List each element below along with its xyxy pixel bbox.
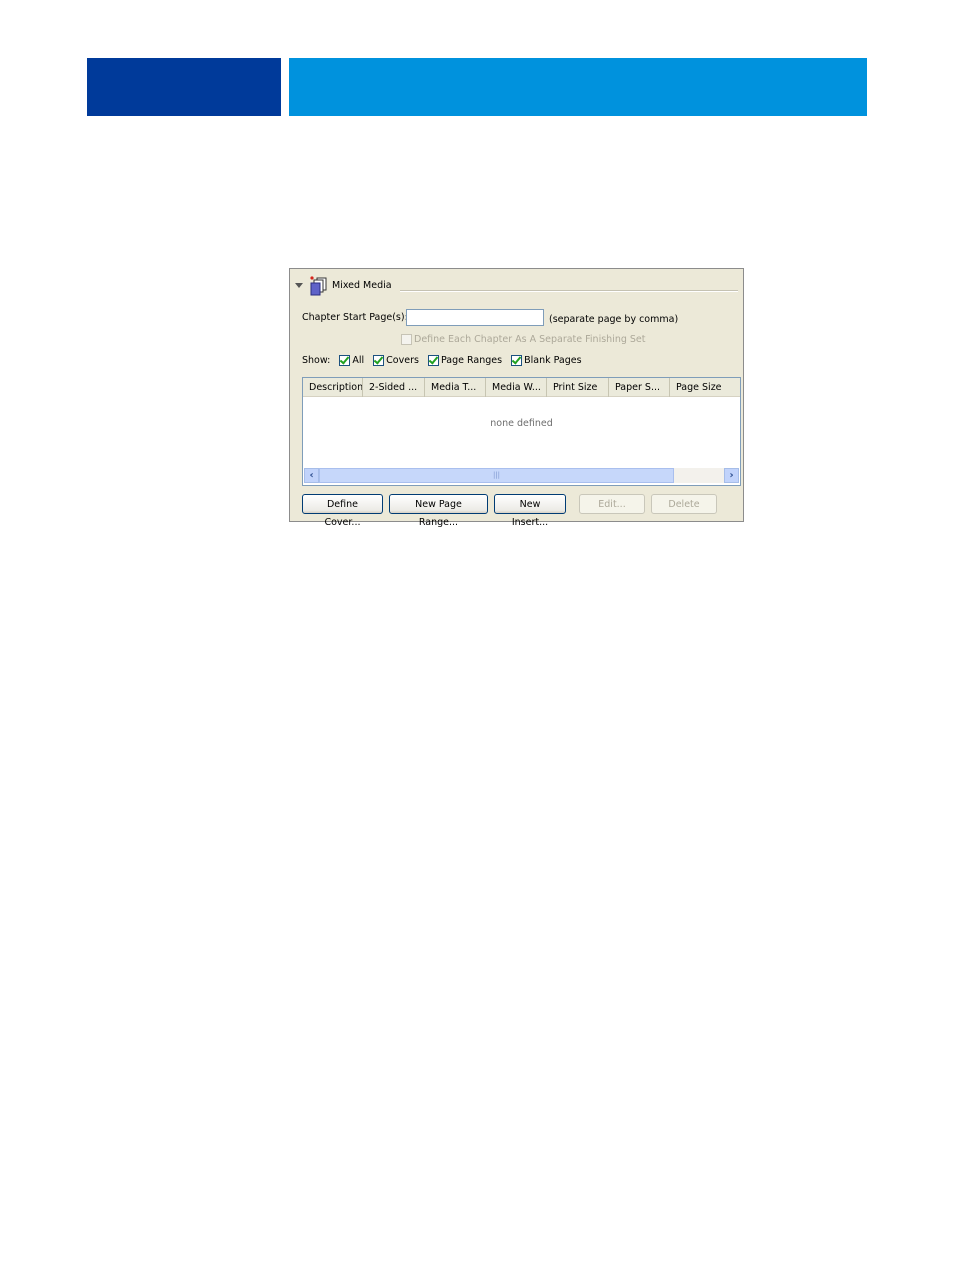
show-all-label: All bbox=[352, 355, 365, 366]
define-each-chapter-label: Define Each Chapter As A Separate Finish… bbox=[414, 334, 646, 345]
collapse-arrow-icon[interactable] bbox=[295, 283, 303, 288]
section-title: Mixed Media bbox=[332, 280, 392, 291]
mixed-media-icon bbox=[310, 276, 327, 296]
horizontal-scrollbar[interactable]: ‹ ||| › bbox=[304, 468, 739, 483]
column-header[interactable]: 2-Sided ... bbox=[363, 378, 425, 397]
scrollbar-thumb[interactable]: ||| bbox=[319, 468, 674, 483]
column-header[interactable]: Media W... bbox=[486, 378, 547, 397]
show-blank-pages-checkbox[interactable] bbox=[511, 354, 523, 366]
checkmark-icon bbox=[373, 354, 384, 365]
show-covers-checkbox[interactable] bbox=[373, 354, 385, 366]
section-divider bbox=[400, 290, 738, 292]
checkmark-icon bbox=[340, 354, 350, 365]
show-covers-option[interactable]: Covers bbox=[373, 354, 419, 366]
column-header[interactable]: Print Size bbox=[547, 378, 609, 397]
show-page-ranges-option[interactable]: Page Ranges bbox=[427, 354, 503, 366]
show-page-ranges-checkbox[interactable] bbox=[427, 354, 439, 366]
define-each-chapter-option: Define Each Chapter As A Separate Finish… bbox=[401, 334, 646, 345]
define-each-chapter-checkbox bbox=[401, 334, 412, 345]
scroll-right-icon[interactable]: › bbox=[724, 468, 739, 483]
delete-button[interactable]: Delete bbox=[651, 494, 717, 514]
mixed-media-panel: Mixed Media Chapter Start Page(s): (sepa… bbox=[289, 268, 744, 528]
empty-table-message: none defined bbox=[490, 418, 553, 429]
show-blank-pages-option[interactable]: Blank Pages bbox=[511, 354, 582, 366]
define-cover-button[interactable]: Define Cover... bbox=[302, 494, 383, 528]
column-header[interactable]: Description bbox=[303, 378, 363, 397]
column-header[interactable]: Page Size bbox=[670, 378, 740, 397]
column-header[interactable]: Media T... bbox=[425, 378, 486, 397]
header-bar-left bbox=[87, 58, 281, 116]
column-header[interactable]: Paper S... bbox=[609, 378, 670, 397]
show-covers-label: Covers bbox=[386, 355, 419, 366]
show-blank-pages-label: Blank Pages bbox=[524, 355, 582, 366]
show-label: Show: bbox=[302, 355, 331, 366]
header-bar-right bbox=[289, 58, 867, 116]
chapter-start-note: (separate page by comma) bbox=[549, 314, 679, 325]
show-page-ranges-label: Page Ranges bbox=[440, 355, 503, 366]
edit-button[interactable]: Edit... bbox=[579, 494, 645, 514]
checkmark-icon bbox=[511, 354, 522, 365]
media-table: Description 2-Sided ... Media T... Media… bbox=[302, 377, 741, 486]
show-filter-row: Show: All Covers Page Ranges Blank Pages bbox=[302, 354, 582, 366]
show-all-checkbox[interactable] bbox=[339, 354, 351, 366]
scroll-left-icon[interactable]: ‹ bbox=[304, 468, 319, 483]
new-page-range-button[interactable]: New Page Range... bbox=[389, 494, 488, 528]
table-header: Description 2-Sided ... Media T... Media… bbox=[303, 378, 740, 397]
checkmark-icon bbox=[428, 354, 439, 365]
chapter-start-input[interactable] bbox=[406, 309, 544, 326]
show-all-option[interactable]: All bbox=[339, 354, 365, 366]
new-insert-button[interactable]: New Insert... bbox=[494, 494, 566, 528]
chapter-start-label: Chapter Start Page(s): bbox=[302, 312, 408, 323]
